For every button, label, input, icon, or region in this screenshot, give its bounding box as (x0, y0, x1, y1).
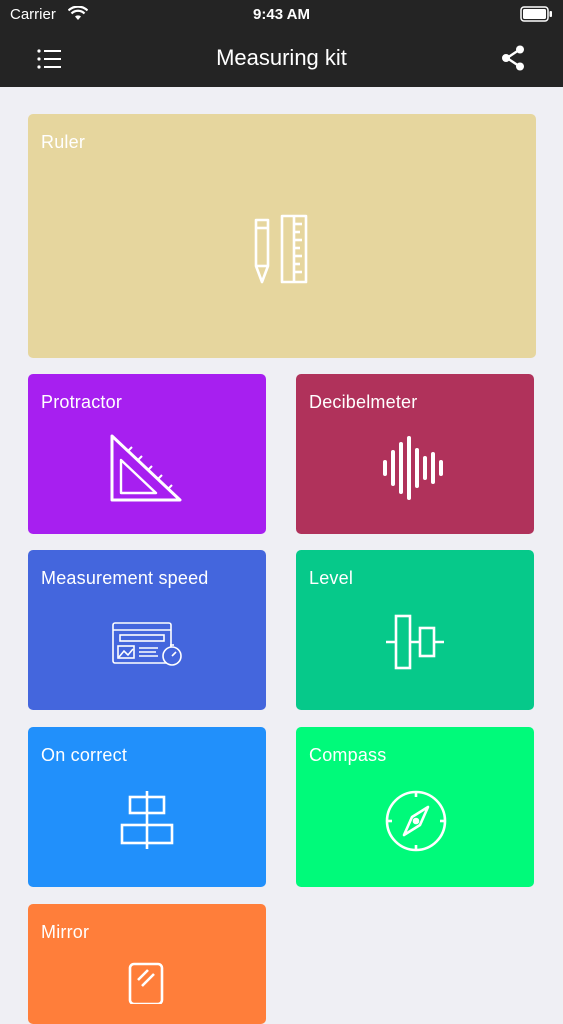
share-icon (502, 45, 524, 71)
pencil-ruler-icon (254, 214, 308, 284)
battery-icon (520, 6, 553, 27)
tile-compass[interactable]: Compass (296, 727, 534, 887)
tile-ruler[interactable]: Ruler (28, 114, 536, 358)
share-button[interactable] (501, 45, 525, 71)
align-center-icon (120, 791, 174, 849)
tile-protractor-label: Protractor (41, 392, 123, 412)
tile-on-correct-label: On correct (41, 745, 128, 765)
status-bar: Carrier 9:43 AM (0, 0, 563, 30)
tile-measurement-speed-label: Measurement speed (41, 568, 209, 588)
tile-measurement-speed[interactable]: Measurement speed (28, 550, 266, 710)
tile-mirror[interactable]: Mirror (28, 904, 266, 1024)
mirror-icon (128, 962, 164, 1004)
tile-protractor[interactable]: Protractor (28, 374, 266, 534)
tile-level[interactable]: Level (296, 550, 534, 710)
tile-mirror-label: Mirror (41, 922, 90, 942)
tile-compass-label: Compass (309, 745, 387, 765)
status-time: 9:43 AM (253, 6, 310, 23)
sound-wave-icon (383, 436, 443, 500)
level-icon (386, 614, 444, 670)
page-title: Measuring kit (216, 45, 347, 70)
tile-on-correct[interactable]: On correct (28, 727, 266, 887)
triangle-ruler-icon (110, 434, 182, 502)
navigation-bar: Measuring kit (0, 30, 563, 87)
tile-decibelmeter-label: Decibelmeter (309, 392, 418, 412)
tile-ruler-label: Ruler (41, 132, 86, 152)
compass-icon (385, 790, 447, 852)
speed-test-icon (112, 622, 182, 666)
tile-level-label: Level (309, 568, 354, 588)
tile-decibelmeter[interactable]: Decibelmeter (296, 374, 534, 534)
